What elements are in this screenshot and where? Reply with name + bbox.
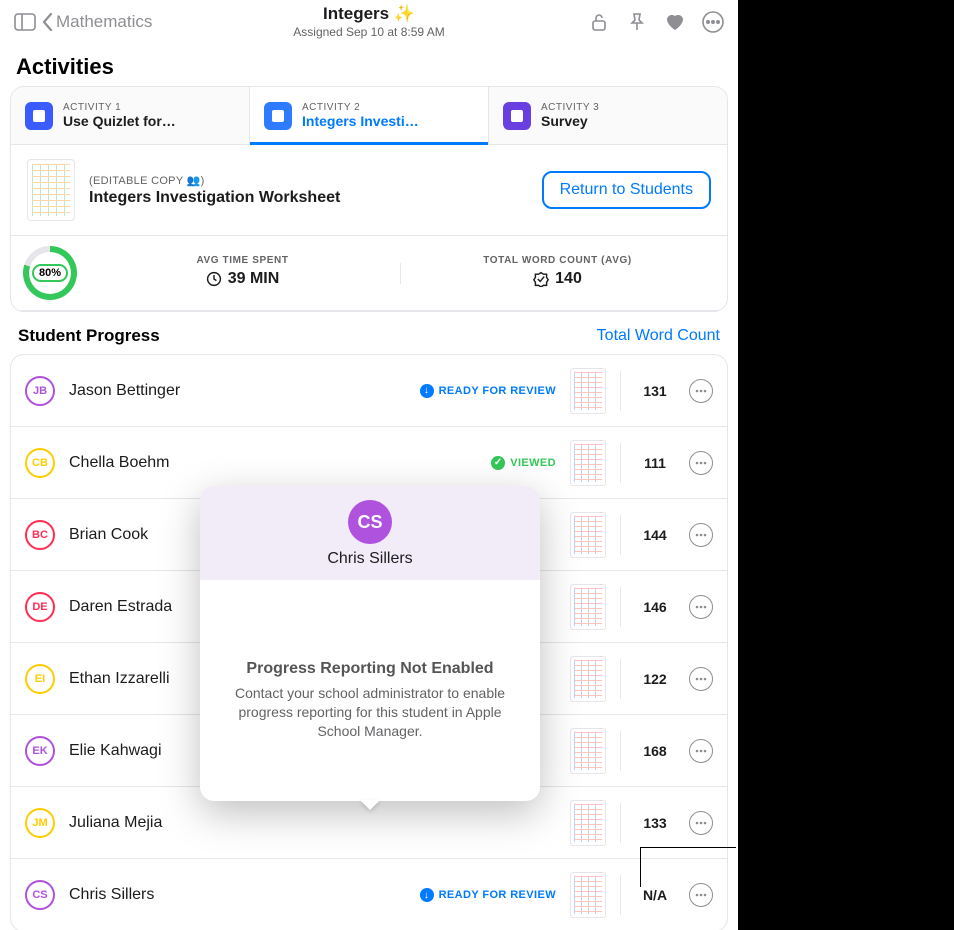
popover-avatar: CS (348, 500, 392, 544)
student-name: Juliana Mejia (69, 814, 556, 832)
back-button[interactable]: Mathematics (42, 12, 152, 32)
student-avatar: EI (25, 664, 55, 694)
student-row[interactable]: JB Jason Bettinger ↓READY FOR REVIEW 131 (11, 355, 727, 427)
activity-tab-icon (503, 102, 531, 130)
activity-tab-icon (25, 102, 53, 130)
word-count-cell: 111 (635, 455, 675, 471)
pin-icon[interactable] (620, 5, 654, 39)
activity-label: Integers Investi… (302, 113, 419, 129)
avg-time-label: AVG TIME SPENT (85, 255, 400, 266)
word-count-cell: 146 (635, 599, 675, 615)
student-avatar: CB (25, 448, 55, 478)
word-count-cell: 144 (635, 527, 675, 543)
activities-heading: Activities (0, 44, 738, 86)
status-badge: ↓READY FOR REVIEW (420, 888, 556, 902)
student-avatar: EK (25, 736, 55, 766)
submission-thumbnail[interactable] (570, 872, 606, 918)
student-avatar: CS (25, 880, 55, 910)
editable-copy-label: (EDITABLE COPY 👥) (89, 174, 340, 187)
metrics-row: 80% AVG TIME SPENT 39 MIN TOTAL WORD COU… (11, 236, 727, 311)
popover-name: Chris Sillers (210, 550, 530, 568)
popover-description: Contact your school administrator to ena… (226, 684, 514, 741)
worksheet-header: (EDITABLE COPY 👥) Integers Investigation… (11, 145, 727, 236)
callout-line (640, 847, 736, 887)
word-count-value: 140 (555, 270, 582, 288)
worksheet-title: Integers Investigation Worksheet (89, 189, 340, 207)
activity-tabs: ACTIVITY 1 Use Quizlet for… ACTIVITY 2 I… (11, 87, 727, 145)
student-avatar: BC (25, 520, 55, 550)
student-row[interactable]: CS Chris Sillers ↓READY FOR REVIEW N/A (11, 859, 727, 930)
student-name: Chella Boehm (69, 454, 477, 472)
total-word-count-link[interactable]: Total Word Count (597, 327, 720, 345)
activity-tab-icon (264, 102, 292, 130)
submission-thumbnail[interactable] (570, 440, 606, 486)
sidebar-toggle-icon[interactable] (8, 5, 42, 39)
clock-icon (206, 271, 222, 287)
status-badge: ✓VIEWED (491, 456, 556, 470)
activity-kicker: ACTIVITY 1 (63, 102, 176, 113)
heart-icon[interactable] (658, 5, 692, 39)
completion-ring: 80% (23, 246, 77, 300)
student-name: Jason Bettinger (69, 382, 406, 400)
student-name: Chris Sillers (69, 886, 406, 904)
submission-thumbnail[interactable] (570, 728, 606, 774)
more-icon[interactable] (696, 5, 730, 39)
submission-thumbnail[interactable] (570, 512, 606, 558)
row-more-button[interactable] (689, 595, 713, 619)
activities-card: ACTIVITY 1 Use Quizlet for… ACTIVITY 2 I… (10, 86, 728, 312)
word-count-label: TOTAL WORD COUNT (AVG) (400, 255, 715, 266)
row-more-button[interactable] (689, 379, 713, 403)
student-avatar: JM (25, 808, 55, 838)
submission-thumbnail[interactable] (570, 800, 606, 846)
back-label: Mathematics (56, 12, 152, 32)
row-more-button[interactable] (689, 667, 713, 691)
activity-tab-2[interactable]: ACTIVITY 2 Integers Investi… (250, 87, 489, 144)
activity-kicker: ACTIVITY 2 (302, 102, 419, 113)
submission-thumbnail[interactable] (570, 656, 606, 702)
return-to-students-button[interactable]: Return to Students (542, 171, 711, 209)
worksheet-thumbnail[interactable] (27, 159, 75, 221)
avg-time-value: 39 MIN (228, 270, 280, 288)
popover-arrow (360, 800, 380, 810)
activity-tab-1[interactable]: ACTIVITY 1 Use Quizlet for… (11, 87, 250, 144)
word-count-cell: 122 (635, 671, 675, 687)
word-count-cell: 131 (635, 383, 675, 399)
row-more-button[interactable] (689, 523, 713, 547)
word-count-cell: 133 (635, 815, 675, 831)
student-popover: CS Chris Sillers Progress Reporting Not … (200, 486, 540, 801)
completion-percent: 80% (32, 264, 68, 282)
word-count-cell: 168 (635, 743, 675, 759)
activity-label: Use Quizlet for… (63, 113, 176, 129)
popover-title: Progress Reporting Not Enabled (226, 660, 514, 678)
activity-kicker: ACTIVITY 3 (541, 102, 599, 113)
student-progress-title: Student Progress (18, 326, 160, 346)
word-count-cell: N/A (635, 887, 675, 903)
student-avatar: JB (25, 376, 55, 406)
activity-tab-3[interactable]: ACTIVITY 3 Survey (489, 87, 727, 144)
row-more-button[interactable] (689, 739, 713, 763)
status-badge: ↓READY FOR REVIEW (420, 384, 556, 398)
badge-icon (533, 271, 549, 287)
submission-thumbnail[interactable] (570, 584, 606, 630)
activity-label: Survey (541, 113, 599, 129)
row-more-button[interactable] (689, 811, 713, 835)
submission-thumbnail[interactable] (570, 368, 606, 414)
top-bar: Mathematics Integers ✨ Assigned Sep 10 a… (0, 0, 738, 44)
student-progress-header: Student Progress Total Word Count (0, 312, 738, 354)
lock-icon[interactable] (582, 5, 616, 39)
student-avatar: DE (25, 592, 55, 622)
row-more-button[interactable] (689, 451, 713, 475)
